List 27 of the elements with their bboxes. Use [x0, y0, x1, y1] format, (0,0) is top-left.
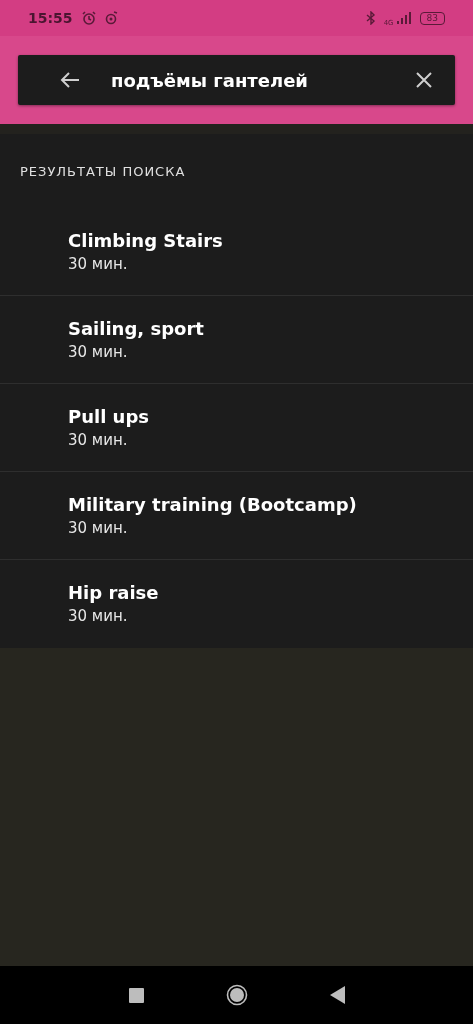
- back-icon[interactable]: [329, 986, 345, 1004]
- section-heading: РЕЗУЛЬТАТЫ ПОИСКА: [19, 164, 187, 181]
- search-input[interactable]: подъёмы гантелей: [111, 69, 385, 91]
- exercise-title: Hip raise: [68, 582, 159, 603]
- alarm-icon: [80, 10, 97, 26]
- exercise-title: Military training (Bootcamp): [68, 494, 357, 515]
- recents-icon[interactable]: [128, 987, 144, 1003]
- exercise-duration: 30 мин.: [68, 255, 128, 273]
- exercise-duration: 30 мин.: [68, 519, 128, 537]
- signal-icon: [395, 12, 412, 24]
- exercise-title: Pull ups: [68, 406, 150, 427]
- battery-level: 83: [419, 11, 445, 25]
- clear-icon[interactable]: [415, 71, 433, 89]
- result-item[interactable]: Military training (Bootcamp) 30 мин.: [0, 472, 473, 560]
- status-time: 15:55: [28, 10, 73, 26]
- exercise-title: Climbing Stairs: [68, 230, 223, 251]
- result-item[interactable]: Pull ups 30 мин.: [0, 384, 473, 472]
- result-item[interactable]: Hip raise 30 мин.: [0, 560, 473, 648]
- result-item[interactable]: Climbing Stairs 30 мин.: [0, 208, 473, 296]
- search-field[interactable]: подъёмы гантелей: [18, 55, 455, 105]
- result-item[interactable]: Sailing, sport 30 мин.: [0, 296, 473, 384]
- exercise-duration: 30 мин.: [68, 431, 128, 449]
- exercise-duration: 30 мин.: [68, 343, 128, 361]
- exercise-title: Sailing, sport: [68, 318, 204, 339]
- home-icon[interactable]: [225, 984, 248, 1006]
- exercise-duration: 30 мин.: [68, 607, 128, 625]
- bluetooth-icon: [365, 11, 376, 25]
